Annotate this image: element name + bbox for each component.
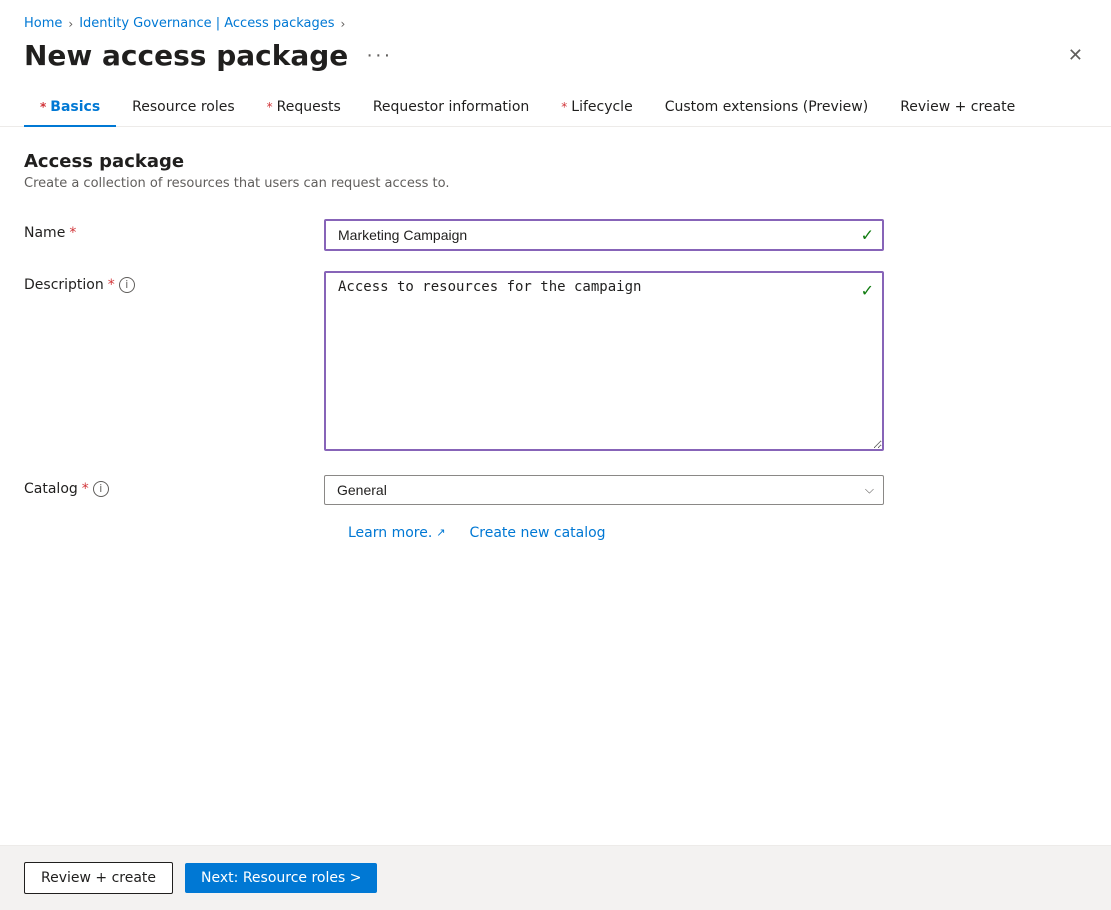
name-input[interactable] xyxy=(324,219,884,251)
tab-lifecycle-star: * xyxy=(561,100,567,114)
breadcrumb: Home › Identity Governance | Access pack… xyxy=(24,16,1087,31)
tab-review-create[interactable]: Review + create xyxy=(884,89,1031,127)
page-title: New access package xyxy=(24,39,348,73)
tab-custom-extensions[interactable]: Custom extensions (Preview) xyxy=(649,89,885,127)
review-create-button[interactable]: Review + create xyxy=(24,862,173,894)
tab-requests[interactable]: *Requests xyxy=(251,89,357,127)
more-options-button[interactable]: ··· xyxy=(358,40,400,71)
close-button[interactable]: ✕ xyxy=(1064,41,1087,70)
catalog-form-row: Catalog * i General Default Catalog ⌵ xyxy=(24,475,1087,505)
catalog-select-wrap: General Default Catalog ⌵ xyxy=(324,475,884,505)
breadcrumb-home[interactable]: Home xyxy=(24,16,62,31)
catalog-control-wrap: General Default Catalog ⌵ xyxy=(324,475,884,505)
breadcrumb-separator-1: › xyxy=(68,17,73,31)
catalog-info-icon[interactable]: i xyxy=(93,481,109,497)
tab-lifecycle[interactable]: *Lifecycle xyxy=(545,89,648,127)
tab-resource-roles[interactable]: Resource roles xyxy=(116,89,250,127)
section-title: Access package xyxy=(24,151,1087,172)
breadcrumb-identity-governance[interactable]: Identity Governance | Access packages xyxy=(79,16,334,31)
catalog-required-star: * xyxy=(82,481,89,497)
description-required-star: * xyxy=(108,277,115,293)
description-form-row: Description * i Access to resources for … xyxy=(24,271,1087,455)
name-form-row: Name * ✓ xyxy=(24,219,1087,251)
name-required-star: * xyxy=(69,225,76,241)
description-control-wrap: Access to resources for the campaign ✓ xyxy=(324,271,884,455)
panel-body: Access package Create a collection of re… xyxy=(0,127,1111,845)
name-control-wrap: ✓ xyxy=(324,219,884,251)
name-input-container: ✓ xyxy=(324,219,884,251)
tab-requests-star: * xyxy=(267,100,273,114)
description-input[interactable]: Access to resources for the campaign xyxy=(324,271,884,451)
panel-title-row: New access package ··· ✕ xyxy=(24,39,1087,73)
name-label: Name * xyxy=(24,219,324,241)
catalog-label: Catalog * i xyxy=(24,475,324,497)
breadcrumb-separator-2: › xyxy=(341,17,346,31)
catalog-select[interactable]: General Default Catalog xyxy=(324,475,884,505)
new-access-package-panel: Home › Identity Governance | Access pack… xyxy=(0,0,1111,910)
learn-more-external-icon: ↗ xyxy=(436,526,445,539)
tab-basics-star: * xyxy=(40,100,46,114)
learn-more-link[interactable]: Learn more. ↗ xyxy=(348,525,446,541)
description-input-container: Access to resources for the campaign ✓ xyxy=(324,271,884,455)
tabs-bar: *Basics Resource roles *Requests Request… xyxy=(0,89,1111,127)
tab-basics[interactable]: *Basics xyxy=(24,89,116,127)
section-description: Create a collection of resources that us… xyxy=(24,176,1087,191)
panel-title-left: New access package ··· xyxy=(24,39,400,73)
panel-header: Home › Identity Governance | Access pack… xyxy=(0,0,1111,73)
tab-requestor-information[interactable]: Requestor information xyxy=(357,89,545,127)
panel-footer: Review + create Next: Resource roles > xyxy=(0,845,1111,910)
description-label: Description * i xyxy=(24,271,324,293)
description-check-icon: ✓ xyxy=(861,281,874,300)
next-resource-roles-button[interactable]: Next: Resource roles > xyxy=(185,863,377,893)
description-info-icon[interactable]: i xyxy=(119,277,135,293)
name-check-icon: ✓ xyxy=(861,225,874,244)
links-row: Learn more. ↗ Create new catalog xyxy=(24,525,1087,541)
create-new-catalog-link[interactable]: Create new catalog xyxy=(470,525,606,541)
